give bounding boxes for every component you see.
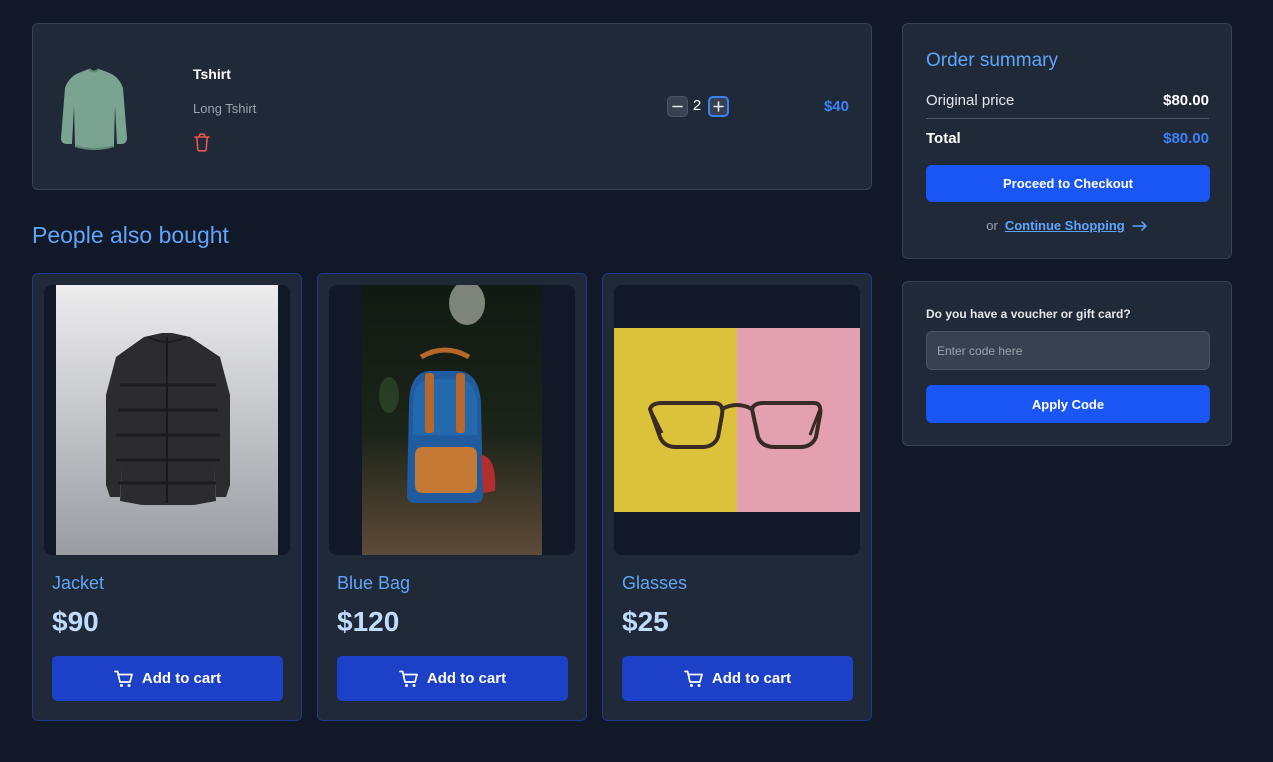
arrow-right-icon[interactable] <box>1131 220 1148 232</box>
original-price-label: Original price <box>926 92 1015 109</box>
product-image-frame <box>329 285 575 555</box>
add-to-cart-label: Add to cart <box>141 670 222 687</box>
total-label: Total <box>926 130 961 147</box>
shopping-cart-icon <box>399 670 418 687</box>
cart-item-description: Long Tshirt <box>193 101 257 116</box>
add-to-cart-button[interactable]: Add to cart <box>622 656 853 701</box>
product-card: Blue Bag $120 Add to cart <box>317 273 587 721</box>
voucher-panel: Do you have a voucher or gift card? Appl… <box>902 281 1232 446</box>
cart-item-name: Tshirt <box>193 66 231 82</box>
product-card: Glasses $25 Add to cart <box>602 273 872 721</box>
section-title: People also bought <box>32 222 229 248</box>
shopping-cart-icon <box>684 670 703 687</box>
cart-item: Tshirt Long Tshirt 2 $40 <box>32 23 872 190</box>
shopping-cart-icon <box>114 670 133 687</box>
product-image-frame <box>614 285 860 555</box>
product-name[interactable]: Jacket <box>52 573 104 594</box>
product-price: $25 <box>622 606 669 637</box>
total-value: $80.00 <box>1163 130 1209 147</box>
product-price: $120 <box>337 606 400 637</box>
add-to-cart-label: Add to cart <box>426 670 507 687</box>
quantity-decrease-button[interactable] <box>667 96 688 117</box>
product-price: $90 <box>52 606 99 637</box>
original-price-value: $80.00 <box>1163 92 1209 109</box>
trash-icon[interactable] <box>193 133 211 152</box>
backpack-image <box>362 285 542 555</box>
voucher-code-input[interactable] <box>926 331 1210 370</box>
product-name[interactable]: Blue Bag <box>337 573 410 594</box>
add-to-cart-button[interactable]: Add to cart <box>52 656 283 701</box>
order-summary: Order summary Original price $80.00 Tota… <box>902 23 1232 259</box>
continue-shopping-link[interactable]: Continue Shopping <box>1005 218 1125 233</box>
quantity-value: 2 <box>692 97 702 114</box>
glasses-image <box>614 328 860 512</box>
proceed-to-checkout-button[interactable]: Proceed to Checkout <box>926 165 1210 202</box>
product-card: Jacket $90 Add to cart <box>32 273 302 721</box>
cart-item-price: $40 <box>823 98 849 115</box>
add-to-cart-label: Add to cart <box>711 670 792 687</box>
or-text: or <box>986 218 998 233</box>
quantity-increase-button[interactable] <box>708 96 729 117</box>
order-summary-title: Order summary <box>926 50 1058 71</box>
summary-divider <box>926 118 1209 119</box>
voucher-label: Do you have a voucher or gift card? <box>926 307 1131 321</box>
tshirt-image <box>61 68 127 150</box>
continue-shopping-row: or Continue Shopping <box>903 218 1231 233</box>
product-image-frame <box>44 285 290 555</box>
plus-icon <box>713 101 724 112</box>
jacket-image <box>56 285 278 555</box>
minus-icon <box>672 105 683 108</box>
add-to-cart-button[interactable]: Add to cart <box>337 656 568 701</box>
product-name[interactable]: Glasses <box>622 573 687 594</box>
apply-code-button[interactable]: Apply Code <box>926 385 1210 423</box>
